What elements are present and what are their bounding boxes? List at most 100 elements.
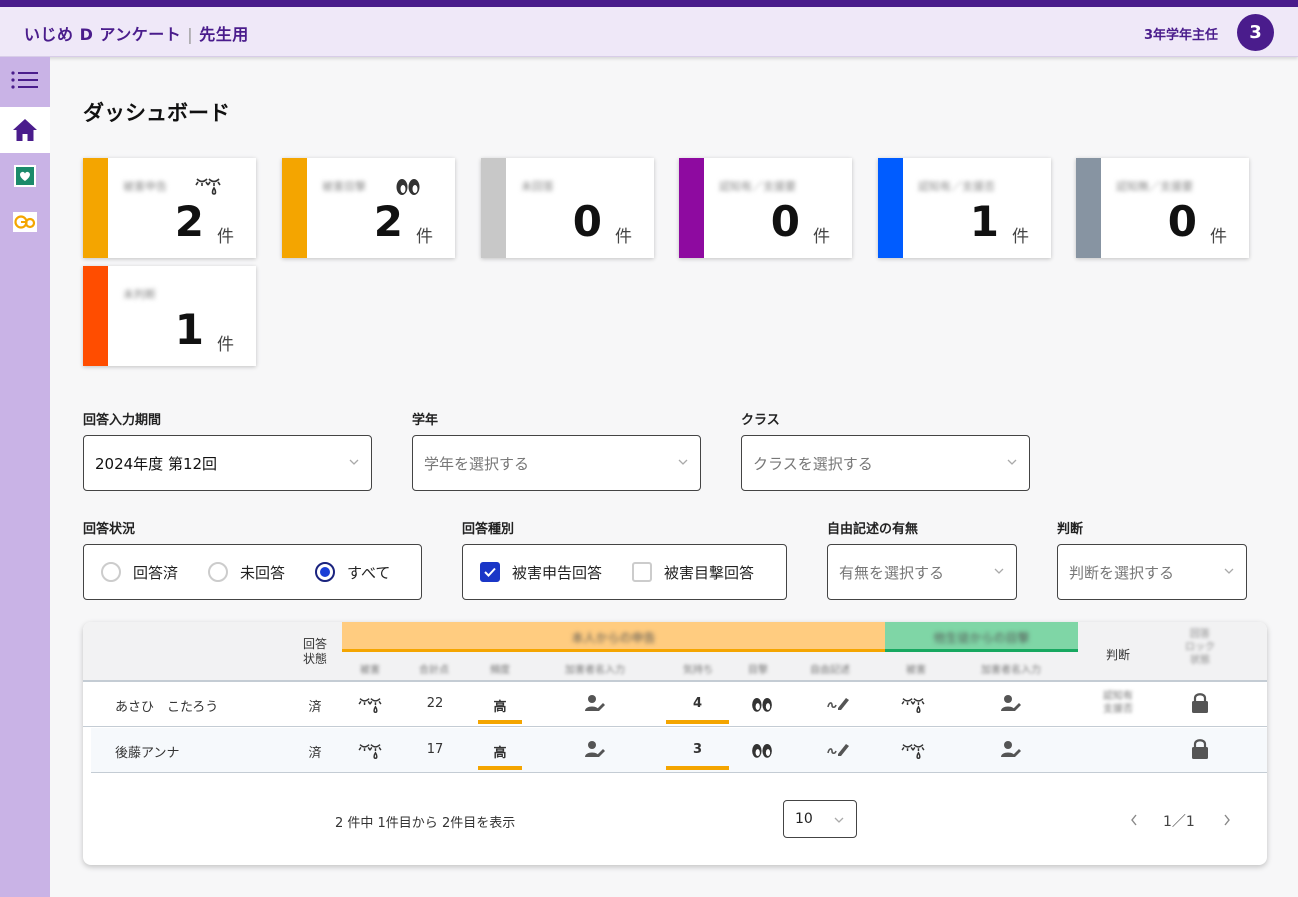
free-text-pen-icon[interactable] — [826, 694, 850, 712]
free-text-label: 自由記述の有無 — [827, 522, 919, 537]
subheader: 加害者名入力 — [981, 665, 1041, 676]
avatar[interactable]: 3 — [1237, 14, 1274, 51]
grade-select[interactable]: 学年を選択する — [412, 435, 701, 491]
summary-card-damage-witness[interactable]: 被害目撃 2 件 — [282, 158, 455, 258]
judgement-value: 認知有 支援否 — [1103, 691, 1133, 715]
radio-button[interactable] — [101, 562, 121, 582]
lock-icon[interactable] — [1191, 738, 1209, 760]
checkbox[interactable] — [632, 562, 653, 582]
card-unit: 件 — [1012, 227, 1029, 247]
sidebar-item-home[interactable] — [0, 107, 50, 153]
student-name[interactable]: あさひ こたろう — [115, 696, 218, 715]
chevron-down-icon — [349, 459, 359, 465]
option-label: 被害申告回答 — [512, 563, 603, 582]
card-color-bar — [679, 158, 704, 258]
card-unit: 件 — [615, 227, 632, 247]
lock-icon[interactable] — [1191, 692, 1209, 714]
feeling-score: 4 — [692, 696, 703, 711]
card-unit: 件 — [1210, 227, 1227, 247]
chevron-left-icon[interactable] — [1130, 814, 1138, 826]
type-checkbox-group: 被害申告回答 被害目撃回答 — [462, 544, 787, 600]
card-value: 0 — [770, 197, 800, 246]
sidebar-item-heart[interactable] — [0, 153, 50, 199]
user-edit-icon[interactable] — [585, 740, 605, 758]
card-color-bar — [1076, 158, 1101, 258]
card-value: 1 — [969, 197, 999, 246]
status-label: 回答状況 — [83, 522, 136, 537]
type-label: 回答種別 — [462, 522, 515, 537]
user-edit-icon[interactable] — [585, 694, 605, 712]
sidebar — [0, 57, 50, 897]
card-label: 被害申告 — [123, 180, 167, 193]
checkbox-checked[interactable] — [480, 562, 500, 582]
status-option-answered[interactable]: 回答済 — [101, 562, 178, 583]
card-value: 2 — [174, 197, 204, 246]
card-value: 1 — [174, 305, 204, 354]
go-logo-icon — [13, 212, 37, 232]
header-group-witness: 他生徒からの目撃 — [885, 622, 1078, 652]
crying-eyes-icon — [358, 698, 382, 714]
card-unit: 件 — [217, 227, 234, 247]
type-option-damage-witness[interactable]: 被害目撃回答 — [632, 562, 754, 583]
summary-card-unaware-support-needed[interactable]: 認知無／支援要 0 件 — [1076, 158, 1249, 258]
rows-per-page-select[interactable]: 10 — [783, 800, 857, 838]
frequency-underline — [478, 766, 522, 770]
class-placeholder: クラスを選択する — [753, 454, 873, 473]
free-text-select[interactable]: 有無を選択する — [827, 544, 1017, 600]
type-option-damage-report[interactable]: 被害申告回答 — [480, 562, 602, 583]
chevron-down-icon — [1224, 568, 1234, 574]
judgement-select[interactable]: 判断を選択する — [1057, 544, 1247, 600]
period-value: 2024年度 第12回 — [95, 454, 218, 473]
header-judgement: 判断 — [1105, 648, 1130, 662]
table-row[interactable]: あさひ こたろう 済 22 高 4 認知有 支援否 — [83, 682, 1267, 727]
card-label: 認知有／支援要 — [719, 180, 796, 193]
radio-button-selected[interactable] — [315, 562, 336, 582]
summary-card-aware-support-declined[interactable]: 認知有／支援否 1 件 — [878, 158, 1051, 258]
crying-eyes-icon — [195, 178, 221, 195]
sidebar-item-menu[interactable] — [0, 57, 50, 103]
option-label: 被害目撃回答 — [664, 563, 755, 582]
page-title: ダッシュボード — [83, 101, 230, 125]
card-unit: 件 — [217, 335, 234, 355]
chevron-down-icon — [1007, 459, 1017, 465]
card-color-bar — [481, 158, 506, 258]
card-label: 未判断 — [123, 288, 156, 301]
summary-card-damage-report[interactable]: 被害申告 2 件 — [83, 158, 256, 258]
user-edit-icon[interactable] — [1001, 694, 1021, 712]
option-label: 未回答 — [240, 563, 286, 582]
status-option-all[interactable]: すべて — [315, 562, 390, 583]
crying-eyes-icon — [358, 744, 382, 760]
frequency-underline — [478, 720, 522, 724]
period-select[interactable]: 2024年度 第12回 — [83, 435, 372, 491]
summary-card-unanswered[interactable]: 未回答 0 件 — [481, 158, 654, 258]
rows-per-page-value: 10 — [795, 811, 813, 827]
chevron-down-icon — [834, 817, 844, 823]
summary-card-aware-support-needed[interactable]: 認知有／支援要 0 件 — [679, 158, 852, 258]
chevron-down-icon — [678, 459, 688, 465]
chevron-right-icon[interactable] — [1223, 814, 1231, 826]
card-value: 0 — [572, 197, 602, 246]
student-name[interactable]: 後藤アンナ — [115, 742, 179, 761]
free-text-pen-icon[interactable] — [826, 740, 850, 758]
free-text-placeholder: 有無を選択する — [839, 563, 945, 582]
subheader: 被害 — [906, 665, 926, 676]
app-title-text: いじめ D アンケート — [24, 25, 182, 44]
card-color-bar — [83, 266, 108, 366]
user-edit-icon[interactable] — [1001, 740, 1021, 758]
feeling-score: 3 — [692, 742, 703, 757]
class-select[interactable]: クラスを選択する — [741, 435, 1030, 491]
eyes-icon — [752, 744, 772, 758]
card-label: 認知有／支援否 — [918, 180, 995, 193]
subheader: 気持ち — [683, 665, 713, 676]
summary-card-undecided[interactable]: 未判断 1 件 — [83, 266, 256, 366]
eyes-icon — [752, 698, 772, 712]
table-row[interactable]: 後藤アンナ 済 17 高 3 — [91, 728, 1267, 773]
subheader: 被害 — [360, 665, 380, 676]
class-label: クラス — [741, 413, 780, 428]
radio-button[interactable] — [208, 562, 229, 582]
status-option-unanswered[interactable]: 未回答 — [208, 562, 285, 583]
pagination-info: 2 件中 1件目から 2件目を表示 — [335, 816, 516, 831]
frequency: 高 — [493, 700, 507, 715]
sidebar-item-go[interactable] — [0, 199, 50, 245]
top-accent-bar — [0, 0, 1298, 7]
